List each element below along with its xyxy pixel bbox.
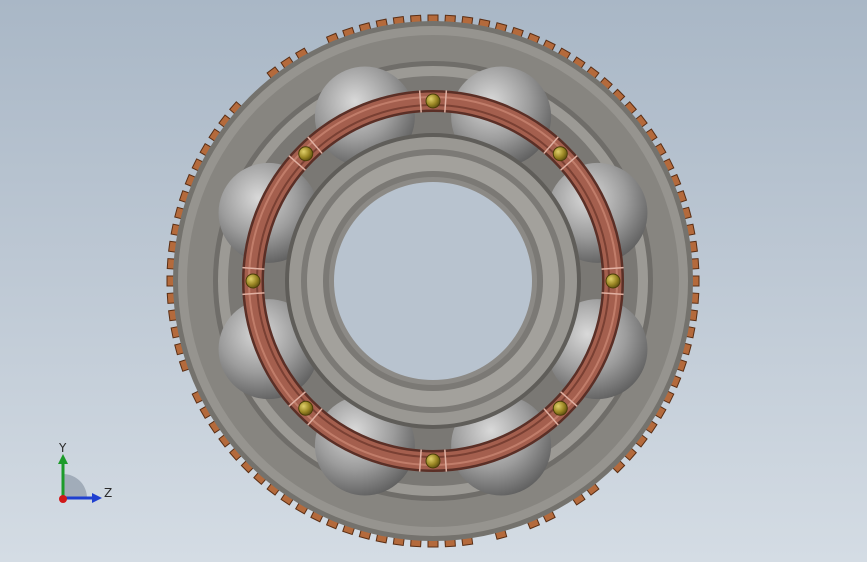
rivet bbox=[553, 401, 567, 415]
orientation-triad[interactable]: Y Z bbox=[50, 440, 120, 510]
rivet bbox=[299, 401, 313, 415]
bore bbox=[334, 182, 532, 380]
z-axis-arrow-icon bbox=[92, 493, 102, 503]
rivet bbox=[553, 147, 567, 161]
y-axis-arrow-icon bbox=[58, 454, 68, 464]
rivet bbox=[426, 454, 440, 468]
model-viewport[interactable] bbox=[0, 0, 867, 562]
y-axis-label: Y bbox=[58, 441, 67, 455]
z-axis-label: Z bbox=[104, 486, 112, 500]
rivet bbox=[299, 147, 313, 161]
rivet bbox=[426, 94, 440, 108]
rivet bbox=[246, 274, 260, 288]
x-axis-point-icon bbox=[59, 495, 67, 503]
rivet bbox=[606, 274, 620, 288]
triad-quadrant bbox=[63, 474, 87, 498]
